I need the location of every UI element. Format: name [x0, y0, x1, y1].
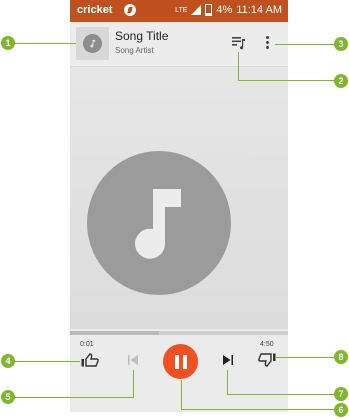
callout-badge-7: 7: [334, 387, 348, 401]
callout-line-7b: [227, 394, 335, 395]
callout-badge-3: 3: [334, 37, 348, 51]
callout-line-1: [14, 43, 76, 44]
song-artist: Song Artist: [115, 46, 154, 55]
callout-badge-6: 6: [334, 403, 348, 417]
queue-icon[interactable]: [232, 36, 246, 50]
status-indicators: LTE 4% 11:14 AM: [175, 4, 282, 16]
callout-line-5b: [14, 397, 134, 398]
album-thumbnail[interactable]: [76, 27, 109, 60]
elapsed-time: 0:01: [80, 341, 94, 348]
network-type-label: LTE: [175, 6, 188, 14]
callout-line-5a: [133, 370, 134, 398]
callout-line-6b: [181, 409, 337, 410]
callout-badge-4: 4: [1, 354, 15, 368]
pause-icon[interactable]: [163, 344, 198, 379]
battery-icon: [205, 4, 213, 16]
callout-line-7a: [227, 370, 228, 395]
total-duration: 4:50: [260, 341, 274, 348]
callout-line-2b: [238, 80, 336, 81]
callout-line-2a: [238, 52, 239, 80]
more-vert-icon[interactable]: [263, 35, 271, 53]
thumbs-down-icon[interactable]: [257, 352, 277, 368]
callout-badge-8: 8: [334, 350, 348, 364]
notification-icon: [124, 4, 136, 16]
signal-icon: [191, 5, 202, 15]
album-art: [70, 67, 288, 329]
skip-previous-icon[interactable]: [126, 353, 140, 367]
callout-line-3: [275, 44, 335, 45]
callout-badge-2: 2: [334, 74, 348, 88]
seek-bar-progress: [70, 331, 160, 335]
album-thumbnail-icon: [83, 34, 102, 53]
callout-line-6a: [181, 380, 182, 410]
battery-percent: 4%: [216, 4, 233, 16]
carrier-label: cricket: [77, 4, 113, 16]
callout-line-4: [14, 361, 80, 362]
now-playing-header[interactable]: Song Title Song Artist: [70, 22, 288, 67]
album-art-music-note-icon: [87, 151, 231, 295]
clock: 11:14 AM: [236, 4, 282, 16]
skip-next-icon[interactable]: [221, 353, 235, 367]
callout-badge-1: 1: [1, 36, 15, 50]
seek-bar[interactable]: [70, 331, 288, 335]
callout-badge-5: 5: [1, 390, 15, 404]
phone-screen: cricket LTE 4% 11:14 AM Song Title Song …: [70, 0, 288, 412]
callout-line-8: [275, 357, 335, 358]
song-title: Song Title: [115, 29, 169, 43]
thumbs-up-icon[interactable]: [80, 352, 100, 368]
status-bar: cricket LTE 4% 11:14 AM: [70, 0, 288, 22]
